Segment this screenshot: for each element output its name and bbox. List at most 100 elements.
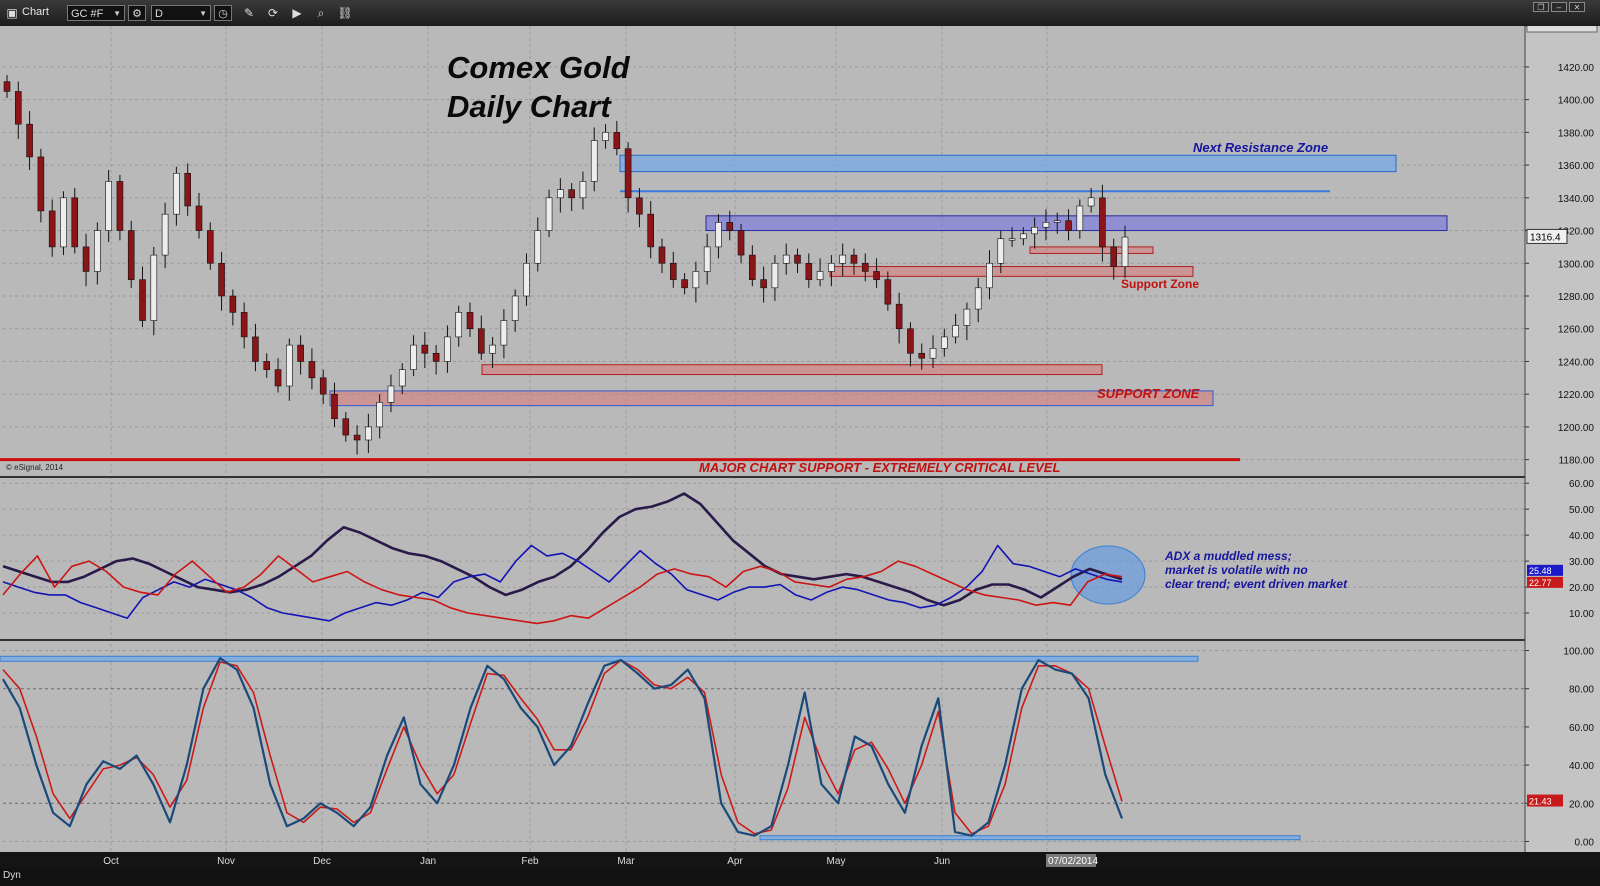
stoch-tick-label: 40.00	[1569, 761, 1594, 772]
candle-body	[534, 230, 542, 264]
chart-title: Comex Gold	[447, 50, 631, 85]
candle-body	[376, 402, 383, 428]
candle-body	[421, 344, 429, 354]
price-tick-label: 1360.00	[1558, 161, 1595, 172]
settings-gear-icon[interactable]: ⚙	[128, 5, 146, 21]
adx-tick-label: 20.00	[1569, 583, 1594, 594]
resistance-zone-lower	[705, 215, 1448, 232]
support-zone-mid	[481, 364, 1103, 376]
chart-app-icon: ▣	[6, 6, 18, 20]
interval-selector[interactable]: D ▼	[151, 5, 211, 21]
candle-body	[1121, 236, 1129, 267]
candle-body	[590, 140, 598, 182]
candle-body	[1110, 246, 1118, 267]
stoch-oversold-band	[759, 835, 1301, 841]
support-zone-small	[1029, 246, 1154, 254]
candle-body	[771, 262, 779, 289]
chart-background	[0, 26, 1600, 868]
stoch-overbought-band	[0, 655, 1199, 662]
candle-body	[1020, 233, 1027, 240]
candle-body	[3, 81, 11, 92]
candle-body	[613, 132, 621, 150]
candle-body	[94, 230, 101, 272]
candle-body	[929, 348, 937, 359]
candle-body	[218, 262, 225, 297]
adx-tick-label: 10.00	[1569, 609, 1594, 620]
candle-body	[195, 205, 203, 231]
adx-value-label: 25.48	[1529, 566, 1552, 576]
resistance-zone-label: Next Resistance Zone	[1193, 140, 1328, 155]
restore-icon[interactable]: ❐	[1533, 2, 1549, 12]
candle-body	[692, 271, 700, 289]
refresh-icon[interactable]: ⟳	[264, 5, 282, 21]
time-tick-label: Jun	[934, 856, 950, 867]
candle-body	[523, 262, 530, 297]
stoch-tick-label: 0.00	[1575, 837, 1595, 848]
candle-body	[895, 303, 903, 330]
candle-body	[410, 344, 417, 370]
candle-body	[1099, 197, 1106, 248]
last-price-label: 1316.4	[1530, 232, 1561, 243]
link-icon[interactable]: ⛓	[336, 5, 354, 21]
candle-body	[647, 213, 654, 248]
toolbar: ▣ Chart GC #F ▼ ⚙ D ▼ ◷ ✎ ⟳ ▶ ⌕ ⛓ ❐ – ✕	[0, 0, 1600, 27]
candle-body	[161, 213, 169, 256]
candle-body	[150, 254, 158, 321]
date-cursor-label: 07/02/2014	[1048, 856, 1098, 867]
candle-body	[26, 123, 33, 158]
search-icon[interactable]: ⌕	[312, 5, 330, 21]
chart-subtitle: Daily Chart	[447, 89, 612, 124]
play-icon[interactable]: ▶	[288, 5, 306, 21]
candle-body	[353, 434, 361, 441]
candle-body	[37, 156, 45, 212]
candle-body	[873, 271, 880, 280]
price-axis-panel	[1525, 26, 1600, 868]
candle-body	[557, 189, 564, 199]
price-tick-label: 1340.00	[1558, 194, 1595, 205]
candle-body	[974, 287, 982, 310]
adx-tick-label: 30.00	[1569, 557, 1594, 568]
symbol-selector[interactable]: GC #F ▼	[67, 5, 125, 21]
close-icon[interactable]: ✕	[1569, 2, 1585, 12]
stoch-tick-label: 20.00	[1569, 799, 1594, 810]
minimize-icon[interactable]: –	[1551, 2, 1567, 12]
chevron-down-icon: ▼	[113, 9, 121, 18]
candle-body	[545, 197, 553, 231]
candle-body	[918, 352, 926, 359]
candle-body	[782, 254, 790, 264]
candle-body	[48, 210, 56, 248]
price-tick-label: 1240.00	[1558, 357, 1595, 368]
candle-body	[308, 361, 316, 379]
draw-pencil-icon[interactable]: ✎	[240, 5, 258, 21]
candle-body	[1087, 197, 1095, 207]
clock-icon[interactable]: ◷	[214, 5, 232, 21]
stoch-tick-label: 60.00	[1569, 723, 1594, 734]
chart-window: ▣ Chart GC #F ▼ ⚙ D ▼ ◷ ✎ ⟳ ▶ ⌕ ⛓ ❐ – ✕ …	[0, 0, 1600, 886]
candle-body	[71, 197, 79, 248]
candle-body	[828, 262, 835, 272]
candle-body	[884, 279, 892, 305]
candle-body	[342, 418, 350, 436]
candle-body	[850, 254, 858, 264]
candle-body	[511, 295, 519, 321]
axis-top-box	[1526, 26, 1598, 33]
resistance-zone-upper	[619, 154, 1397, 173]
candle-body	[455, 312, 463, 338]
candle-body	[703, 246, 711, 272]
adx-tick-label: 40.00	[1569, 531, 1594, 542]
candle-body	[331, 393, 338, 420]
candle-body	[432, 352, 440, 362]
candle-body	[602, 132, 609, 141]
copyright-label: © eSignal, 2014	[6, 463, 64, 472]
candle-body	[794, 254, 801, 264]
dyn-label: Dyn	[3, 870, 21, 881]
candle-body	[1076, 205, 1084, 231]
chevron-down-icon: ▼	[199, 9, 207, 18]
time-tick-label: Dec	[313, 856, 331, 867]
major-support-label: MAJOR CHART SUPPORT - EXTREMELY CRITICAL…	[699, 460, 1060, 475]
symbol-value: GC #F	[71, 8, 104, 20]
candle-body	[478, 328, 485, 354]
price-tick-label: 1260.00	[1558, 325, 1595, 336]
candle-body	[579, 181, 587, 199]
candle-body	[737, 230, 745, 256]
